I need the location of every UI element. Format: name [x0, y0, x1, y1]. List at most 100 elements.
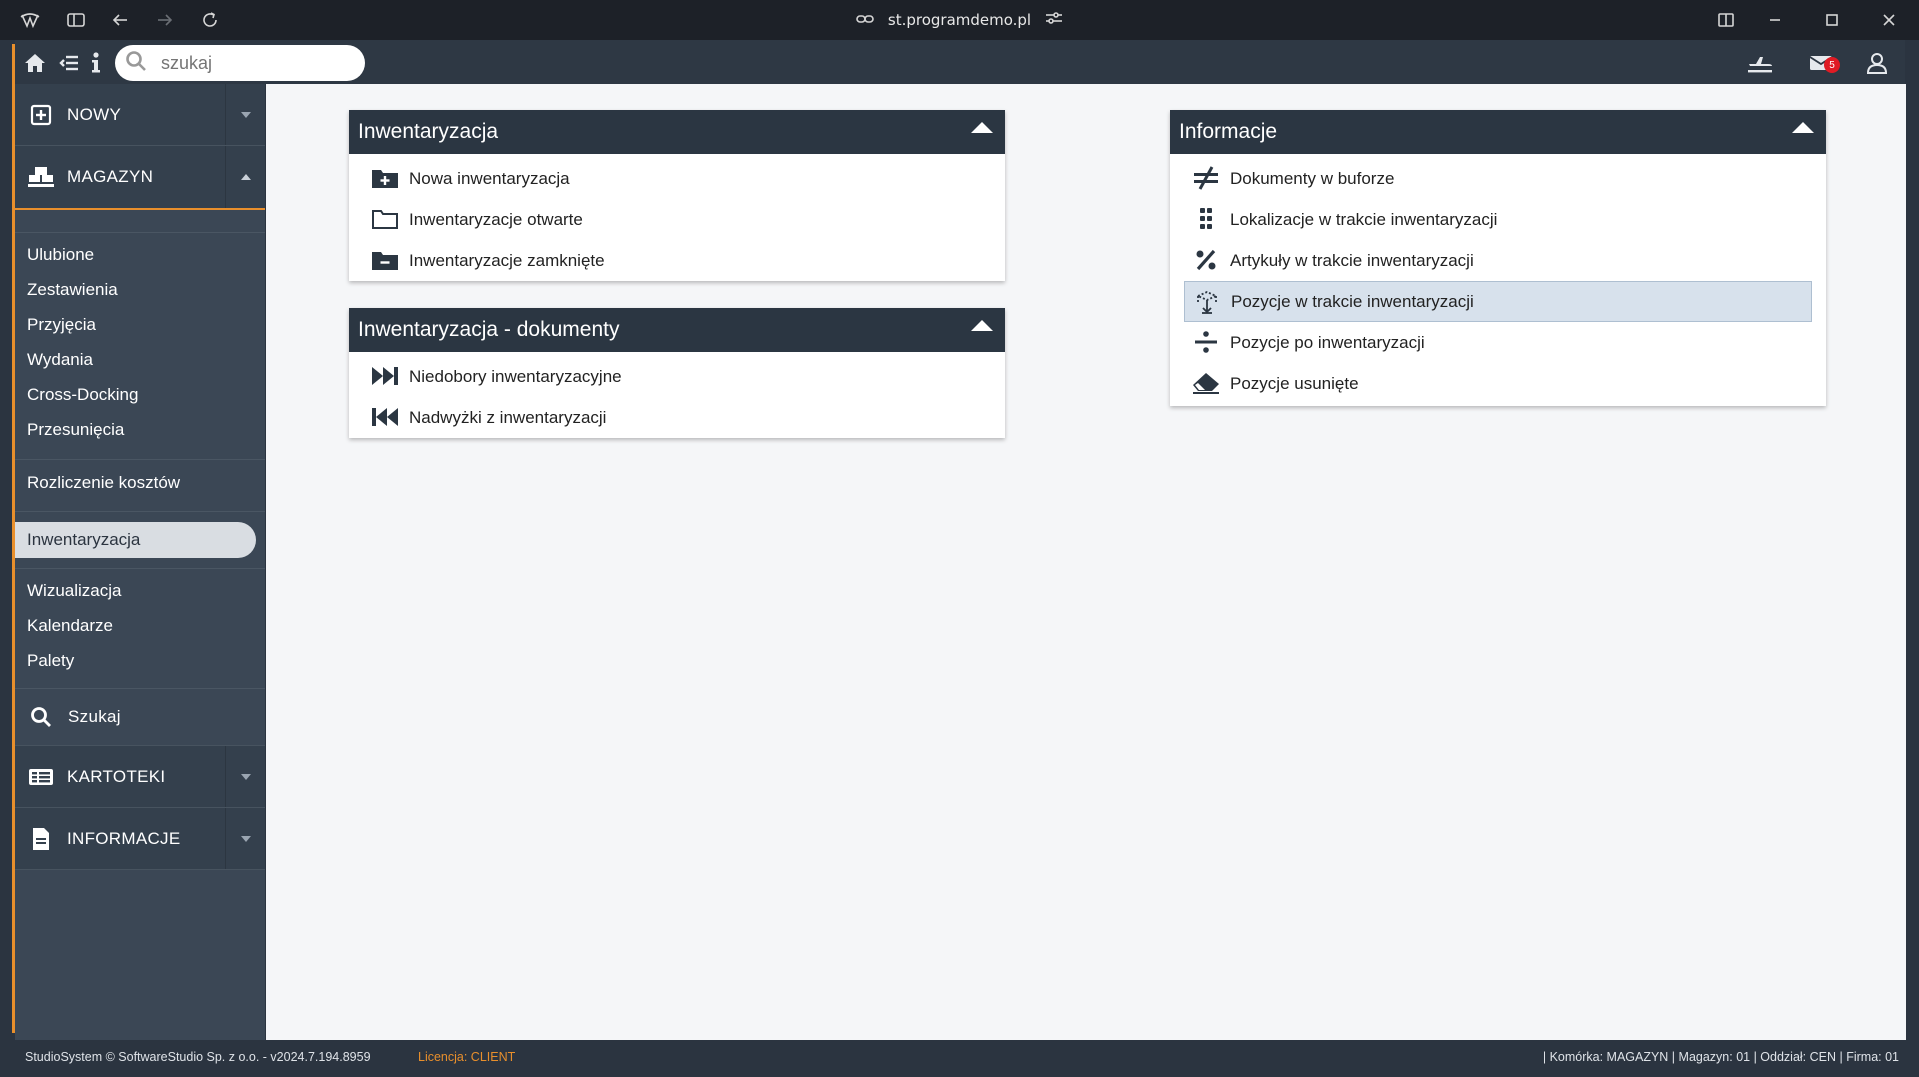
transport-icon[interactable]: [1744, 48, 1776, 78]
box-arrow-icon: [1193, 290, 1221, 314]
card-list-icon: [27, 763, 55, 791]
context-info: | Komórka: MAGAZYN | Magazyn: 01 | Oddzi…: [1542, 1049, 1899, 1064]
link-label: Nowa inwentaryzacja: [409, 168, 570, 188]
sidebar-section-kartoteki[interactable]: KARTOTEKI: [15, 746, 265, 808]
link-nowa-inwentaryzacja[interactable]: Nowa inwentaryzacja: [349, 158, 1005, 199]
url-text[interactable]: st.programdemo.pl: [888, 11, 1031, 29]
sidebar-item-przyjecia[interactable]: Przyjęcia: [27, 310, 96, 340]
sidebar-section-label: INFORMACJE: [67, 828, 181, 848]
browser-window: st.programdemo.pl 5: [0, 0, 1919, 1077]
sidebar-divider: [15, 459, 265, 460]
maximize-icon[interactable]: [1812, 0, 1852, 40]
link-label: Inwentaryzacje otwarte: [409, 209, 583, 229]
link-pozycje-w-trakcie[interactable]: Pozycje w trakcie inwentaryzacji: [1184, 281, 1812, 322]
split-view-icon[interactable]: [1706, 0, 1746, 40]
sidebar-search-label: Szukaj: [68, 707, 121, 726]
fast-forward-icon: [371, 364, 399, 388]
search-box[interactable]: [115, 45, 365, 81]
back-icon[interactable]: [100, 0, 140, 40]
close-icon[interactable]: [1869, 0, 1909, 40]
sidebar-item-kalendarze[interactable]: Kalendarze: [27, 611, 113, 641]
forward-icon[interactable]: [145, 0, 185, 40]
link-lokalizacje-w-trakcie[interactable]: Lokalizacje w trakcie inwentaryzacji: [1170, 199, 1826, 240]
sidebar-item-wydania[interactable]: Wydania: [27, 345, 93, 375]
grip-vertical-icon: [1192, 207, 1220, 231]
link-label: Dokumenty w buforze: [1230, 168, 1395, 188]
panel-header[interactable]: Inwentaryzacja - dokumenty: [349, 308, 1005, 352]
sidebar-section-informacje[interactable]: INFORMACJE: [15, 808, 265, 870]
sidebar-item-cross-docking[interactable]: Cross-Docking: [27, 380, 138, 410]
link-label: Pozycje usunięte: [1230, 373, 1359, 393]
sidebar-item-przesuniecia[interactable]: Przesunięcia: [27, 415, 124, 445]
link-icon[interactable]: [856, 11, 874, 29]
percent-icon: [1192, 248, 1220, 272]
home-icon[interactable]: [20, 48, 50, 78]
link-label: Artykuły w trakcie inwentaryzacji: [1230, 250, 1474, 270]
eraser-icon: [1192, 371, 1220, 395]
link-inwentaryzacje-zamkniete[interactable]: Inwentaryzacje zamknięte: [349, 240, 1005, 281]
user-icon[interactable]: [1862, 48, 1892, 78]
folder-open-icon: [371, 207, 399, 231]
document-icon: [27, 825, 55, 853]
chevron-down-icon[interactable]: [225, 808, 265, 869]
collapse-icon[interactable]: [971, 122, 993, 133]
collapse-icon[interactable]: [971, 320, 993, 331]
sidebar-item-ulubione[interactable]: Ulubione: [27, 240, 94, 270]
link-label: Pozycje w trakcie inwentaryzacji: [1231, 291, 1474, 311]
sidebar-divider: [15, 232, 265, 233]
link-artykuly-w-trakcie[interactable]: Artykuły w trakcie inwentaryzacji: [1170, 240, 1826, 281]
collapse-icon[interactable]: [1792, 122, 1814, 133]
sidebar-section-label: KARTOTEKI: [67, 766, 166, 786]
link-pozycje-po-inwentaryzacji[interactable]: Pozycje po inwentaryzacji: [1170, 322, 1826, 363]
link-inwentaryzacje-otwarte[interactable]: Inwentaryzacje otwarte: [349, 199, 1005, 240]
menu-list-icon[interactable]: [56, 48, 82, 78]
mail-count-badge: 5: [1824, 57, 1840, 73]
minimize-icon[interactable]: [1755, 0, 1795, 40]
address-bar: st.programdemo.pl: [0, 0, 1919, 40]
browser-logo-icon[interactable]: [10, 0, 50, 40]
panel-title: Informacje: [1179, 120, 1278, 143]
link-label: Nadwyżki z inwentaryzacji: [409, 407, 607, 427]
sidebar-item-rozliczenie-kosztow[interactable]: Rozliczenie kosztów: [27, 468, 180, 498]
link-label: Pozycje po inwentaryzacji: [1230, 332, 1425, 352]
fast-backward-icon: [371, 405, 399, 429]
not-equal-icon: [1192, 166, 1220, 190]
chevron-down-icon[interactable]: [225, 746, 265, 807]
sidebar-item-palety[interactable]: Palety: [27, 646, 74, 676]
panel-title: Inwentaryzacja - dokumenty: [358, 318, 620, 341]
link-niedobory-inwentaryzacyjne[interactable]: Niedobory inwentaryzacyjne: [349, 356, 1005, 397]
link-label: Lokalizacje w trakcie inwentaryzacji: [1230, 209, 1498, 229]
sidebar-section-nowy[interactable]: NOWY: [15, 84, 265, 146]
sidebar-toggle-icon[interactable]: [56, 0, 96, 40]
sidebar-divider: [15, 511, 265, 512]
link-pozycje-usuniete[interactable]: Pozycje usunięte: [1170, 363, 1826, 404]
search-input[interactable]: [161, 52, 341, 74]
sidebar-section-label: MAGAZYN: [67, 167, 154, 186]
chevron-down-icon[interactable]: [225, 84, 265, 145]
panel-informacje: Informacje Dokumenty w buforze Lokalizac…: [1170, 110, 1826, 406]
link-nadwyzki-z-inwentaryzacji[interactable]: Nadwyżki z inwentaryzacji: [349, 397, 1005, 438]
plus-square-icon: [27, 101, 55, 129]
panel-inwentaryzacja-dokumenty: Inwentaryzacja - dokumenty Niedobory inw…: [349, 308, 1005, 438]
reload-icon[interactable]: [190, 0, 230, 40]
sidebar-item-zestawienia[interactable]: Zestawienia: [27, 275, 118, 305]
search-icon: [125, 50, 147, 76]
panel-header[interactable]: Inwentaryzacja: [349, 110, 1005, 154]
folder-plus-icon: [371, 166, 399, 190]
chevron-up-icon[interactable]: [225, 146, 265, 208]
panel-header[interactable]: Informacje: [1170, 110, 1826, 154]
site-settings-icon[interactable]: [1045, 11, 1063, 29]
panel-inwentaryzacja: Inwentaryzacja Nowa inwentaryzacja Inwen…: [349, 110, 1005, 281]
divide-icon: [1192, 330, 1220, 354]
folder-minus-icon: [371, 248, 399, 272]
sidebar-item-wizualizacja[interactable]: Wizualizacja: [27, 576, 121, 606]
warehouse-icon: [27, 163, 55, 191]
sidebar-search[interactable]: Szukaj: [15, 688, 265, 746]
link-dokumenty-w-buforze[interactable]: Dokumenty w buforze: [1170, 158, 1826, 199]
link-label: Niedobory inwentaryzacyjne: [409, 366, 622, 386]
link-label: Inwentaryzacje zamknięte: [409, 250, 605, 270]
sidebar-section-magazyn[interactable]: MAGAZYN: [15, 146, 265, 210]
sidebar-item-inwentaryzacja[interactable]: Inwentaryzacja: [27, 525, 140, 555]
sidebar-divider: [15, 568, 265, 569]
info-icon[interactable]: [88, 48, 104, 78]
